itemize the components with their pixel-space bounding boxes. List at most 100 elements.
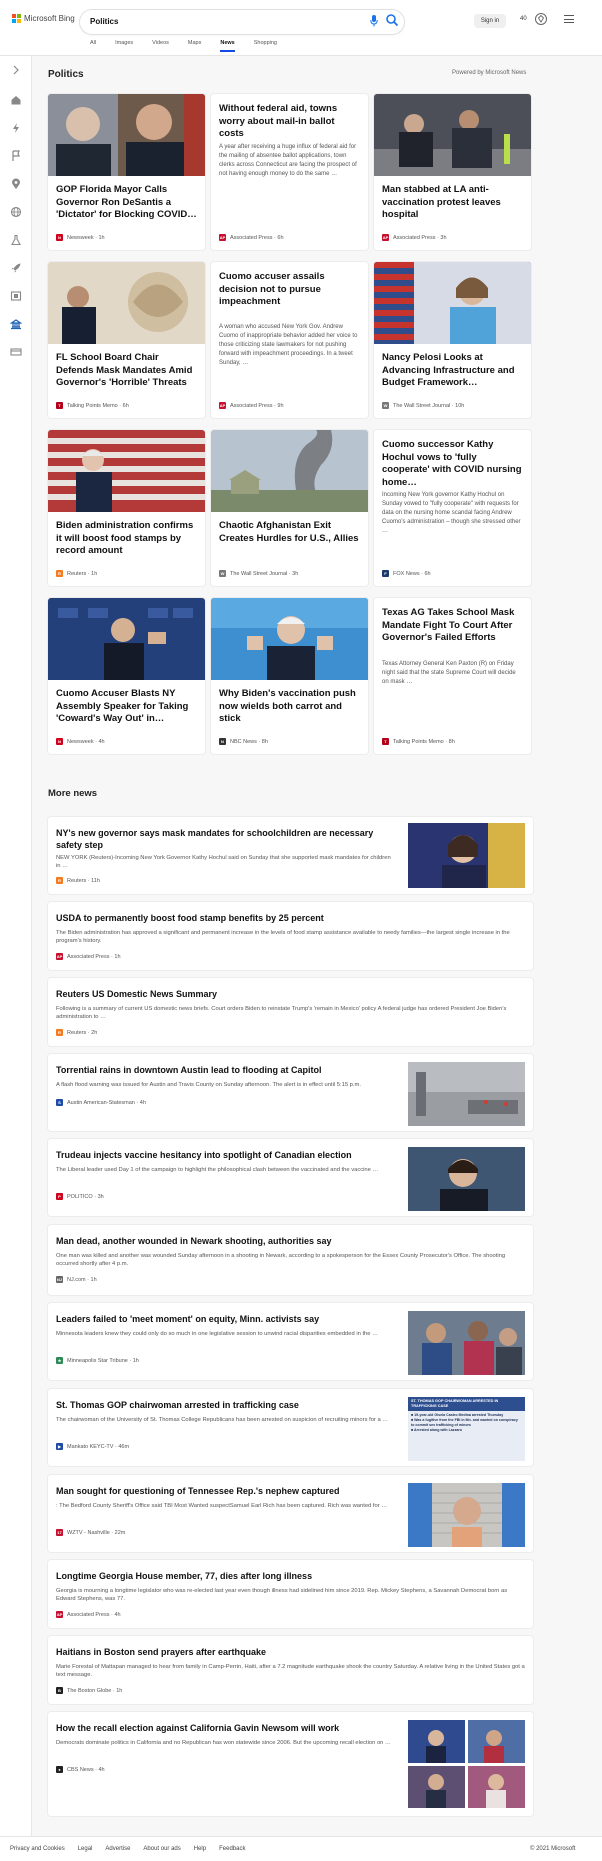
footer-link-feedback[interactable]: Feedback — [219, 1846, 245, 1852]
search-icon[interactable] — [385, 13, 399, 27]
item-title[interactable]: Leaders failed to 'meet moment' on equit… — [56, 1313, 396, 1325]
card-title[interactable]: Chaotic Afghanistan Exit Creates Hurdles… — [219, 520, 360, 545]
news-card[interactable]: Why Biden's vaccination push now wields … — [211, 598, 368, 754]
science-icon[interactable] — [10, 234, 22, 246]
item-source[interactable]: S Austin American-Statesman · 4h — [56, 1099, 146, 1106]
item-source[interactable]: P POLITICO · 3h — [56, 1193, 104, 1200]
rocket-icon[interactable] — [10, 262, 22, 274]
card-source[interactable]: N Newsweek · 4h — [56, 738, 105, 745]
location-pin-icon[interactable] — [10, 178, 22, 190]
flag-icon[interactable] — [10, 150, 22, 162]
card-source[interactable]: T Talking Points Memo · 6h — [56, 402, 129, 409]
card-source[interactable]: W The Wall Street Journal · 3h — [219, 570, 298, 577]
tab-shopping[interactable]: Shopping — [254, 40, 277, 52]
card-source[interactable]: N NBC News · 8h — [219, 738, 268, 745]
card-title[interactable]: Why Biden's vaccination push now wields … — [219, 688, 360, 726]
item-title[interactable]: Trudeau injects vaccine hesitancy into s… — [56, 1149, 396, 1161]
news-list-item[interactable]: Torrential rains in downtown Austin lead… — [48, 1054, 533, 1131]
bing-logo[interactable]: Microsoft Bing — [12, 14, 75, 23]
card-title[interactable]: Without federal aid, towns worry about m… — [219, 103, 360, 141]
card-title[interactable]: FL School Board Chair Defends Mask Manda… — [56, 352, 197, 390]
card-title[interactable]: Biden administration confirms it will bo… — [56, 520, 197, 558]
item-source[interactable]: ● CBS News · 4h — [56, 1766, 105, 1773]
item-source[interactable]: ★ Minneapolis Star Tribune · 1h — [56, 1357, 139, 1364]
item-title[interactable]: NY's new governor says mask mandates for… — [56, 827, 396, 851]
news-card[interactable]: Cuomo accuser assails decision not to pu… — [211, 262, 368, 418]
item-source[interactable]: ▶ Mankato KEYC-TV · 46m — [56, 1443, 129, 1450]
tab-maps[interactable]: Maps — [188, 40, 201, 52]
news-card[interactable]: FL School Board Chair Defends Mask Manda… — [48, 262, 205, 418]
rewards-points[interactable]: 40 — [520, 16, 527, 22]
card-title[interactable]: Texas AG Takes School Mask Mandate Fight… — [382, 607, 523, 645]
rewards-icon[interactable] — [534, 12, 548, 26]
news-list-item[interactable]: Haitians in Boston send prayers after ea… — [48, 1636, 533, 1704]
search-box[interactable]: Politics — [80, 10, 404, 34]
footer-link-about-ads[interactable]: About our ads — [143, 1846, 180, 1852]
footer-link-legal[interactable]: Legal — [78, 1846, 93, 1852]
news-list-item[interactable]: St. Thomas GOP chairwoman arrested in tr… — [48, 1389, 533, 1466]
politics-capitol-icon[interactable] — [10, 318, 22, 330]
news-card[interactable]: Biden administration confirms it will bo… — [48, 430, 205, 586]
search-input[interactable]: Politics — [90, 17, 118, 26]
tab-videos[interactable]: Videos — [152, 40, 169, 52]
card-title[interactable]: Cuomo accuser assails decision not to pu… — [219, 271, 360, 309]
card-title[interactable]: Man stabbed at LA anti-vaccination prote… — [382, 184, 523, 222]
item-source[interactable]: AP Associated Press · 1h — [56, 953, 121, 960]
item-title[interactable]: Man dead, another wounded in Newark shoo… — [56, 1235, 516, 1247]
news-card[interactable]: Texas AG Takes School Mask Mandate Fight… — [374, 598, 531, 754]
item-title[interactable]: Longtime Georgia House member, 77, dies … — [56, 1570, 516, 1582]
item-source[interactable]: R Reuters · 11h — [56, 877, 100, 884]
item-source[interactable]: 17 WZTV - Nashville · 22m — [56, 1529, 125, 1536]
lightning-icon[interactable] — [10, 122, 22, 134]
footer-link-help[interactable]: Help — [194, 1846, 206, 1852]
news-card[interactable]: Cuomo successor Kathy Hochul vows to 'fu… — [374, 430, 531, 586]
item-source[interactable]: AP Associated Press · 4h — [56, 1611, 121, 1618]
card-source[interactable]: T Talking Points Memo · 8h — [382, 738, 455, 745]
tab-news[interactable]: News — [220, 40, 236, 52]
money-icon[interactable] — [10, 346, 22, 358]
item-title[interactable]: How the recall election against Californ… — [56, 1722, 396, 1734]
news-list-item[interactable]: Man sought for questioning of Tennessee … — [48, 1475, 533, 1552]
card-source[interactable]: F FOX News · 6h — [382, 570, 431, 577]
card-title[interactable]: GOP Florida Mayor Calls Governor Ron DeS… — [56, 184, 197, 222]
card-title[interactable]: Nancy Pelosi Looks at Advancing Infrastr… — [382, 352, 523, 390]
card-source[interactable]: W The Wall Street Journal · 10h — [382, 402, 464, 409]
news-list-item[interactable]: Leaders failed to 'meet moment' on equit… — [48, 1303, 533, 1380]
globe-icon[interactable] — [10, 206, 22, 218]
card-source[interactable]: AP Associated Press · 6h — [219, 234, 284, 241]
item-source[interactable]: B The Boston Globe · 1h — [56, 1687, 122, 1694]
news-card[interactable]: GOP Florida Mayor Calls Governor Ron DeS… — [48, 94, 205, 250]
chevron-right-icon[interactable] — [10, 64, 22, 76]
news-card[interactable]: Without federal aid, towns worry about m… — [211, 94, 368, 250]
news-card[interactable]: Man stabbed at LA anti-vaccination prote… — [374, 94, 531, 250]
news-list-item[interactable]: Longtime Georgia House member, 77, dies … — [48, 1560, 533, 1628]
news-list-item[interactable]: Trudeau injects vaccine hesitancy into s… — [48, 1139, 533, 1216]
microphone-icon[interactable] — [370, 15, 378, 27]
news-list-item[interactable]: USDA to permanently boost food stamp ben… — [48, 902, 533, 970]
powered-by[interactable]: Powered by Microsoft News — [452, 70, 526, 76]
news-list-item[interactable]: How the recall election against Californ… — [48, 1712, 533, 1816]
sign-in-button[interactable]: Sign in — [474, 14, 506, 28]
news-card[interactable]: Chaotic Afghanistan Exit Creates Hurdles… — [211, 430, 368, 586]
news-card[interactable]: Nancy Pelosi Looks at Advancing Infrastr… — [374, 262, 531, 418]
card-source[interactable]: AP Associated Press · 3h — [382, 234, 447, 241]
news-list-item[interactable]: Reuters US Domestic News Summary Followi… — [48, 978, 533, 1046]
card-source[interactable]: AP Associated Press · 9h — [219, 402, 284, 409]
item-title[interactable]: Reuters US Domestic News Summary — [56, 988, 516, 1000]
item-title[interactable]: USDA to permanently boost food stamp ben… — [56, 912, 516, 924]
menu-icon[interactable] — [564, 15, 574, 23]
card-title[interactable]: Cuomo successor Kathy Hochul vows to 'fu… — [382, 439, 523, 489]
card-source[interactable]: R Reuters · 1h — [56, 570, 97, 577]
item-title[interactable]: St. Thomas GOP chairwoman arrested in tr… — [56, 1399, 396, 1411]
item-title[interactable]: Haitians in Boston send prayers after ea… — [56, 1646, 516, 1658]
item-title[interactable]: Torrential rains in downtown Austin lead… — [56, 1064, 396, 1076]
item-source[interactable]: NJ NJ.com · 1h — [56, 1276, 97, 1283]
tab-all[interactable]: All — [90, 40, 96, 52]
film-icon[interactable] — [10, 290, 22, 302]
card-source[interactable]: N Newsweek · 1h — [56, 234, 105, 241]
news-card[interactable]: Cuomo Accuser Blasts NY Assembly Speaker… — [48, 598, 205, 754]
news-list-item[interactable]: Man dead, another wounded in Newark shoo… — [48, 1225, 533, 1295]
footer-link-advertise[interactable]: Advertise — [105, 1846, 130, 1852]
tab-images[interactable]: Images — [115, 40, 133, 52]
item-source[interactable]: R Reuters · 2h — [56, 1029, 97, 1036]
